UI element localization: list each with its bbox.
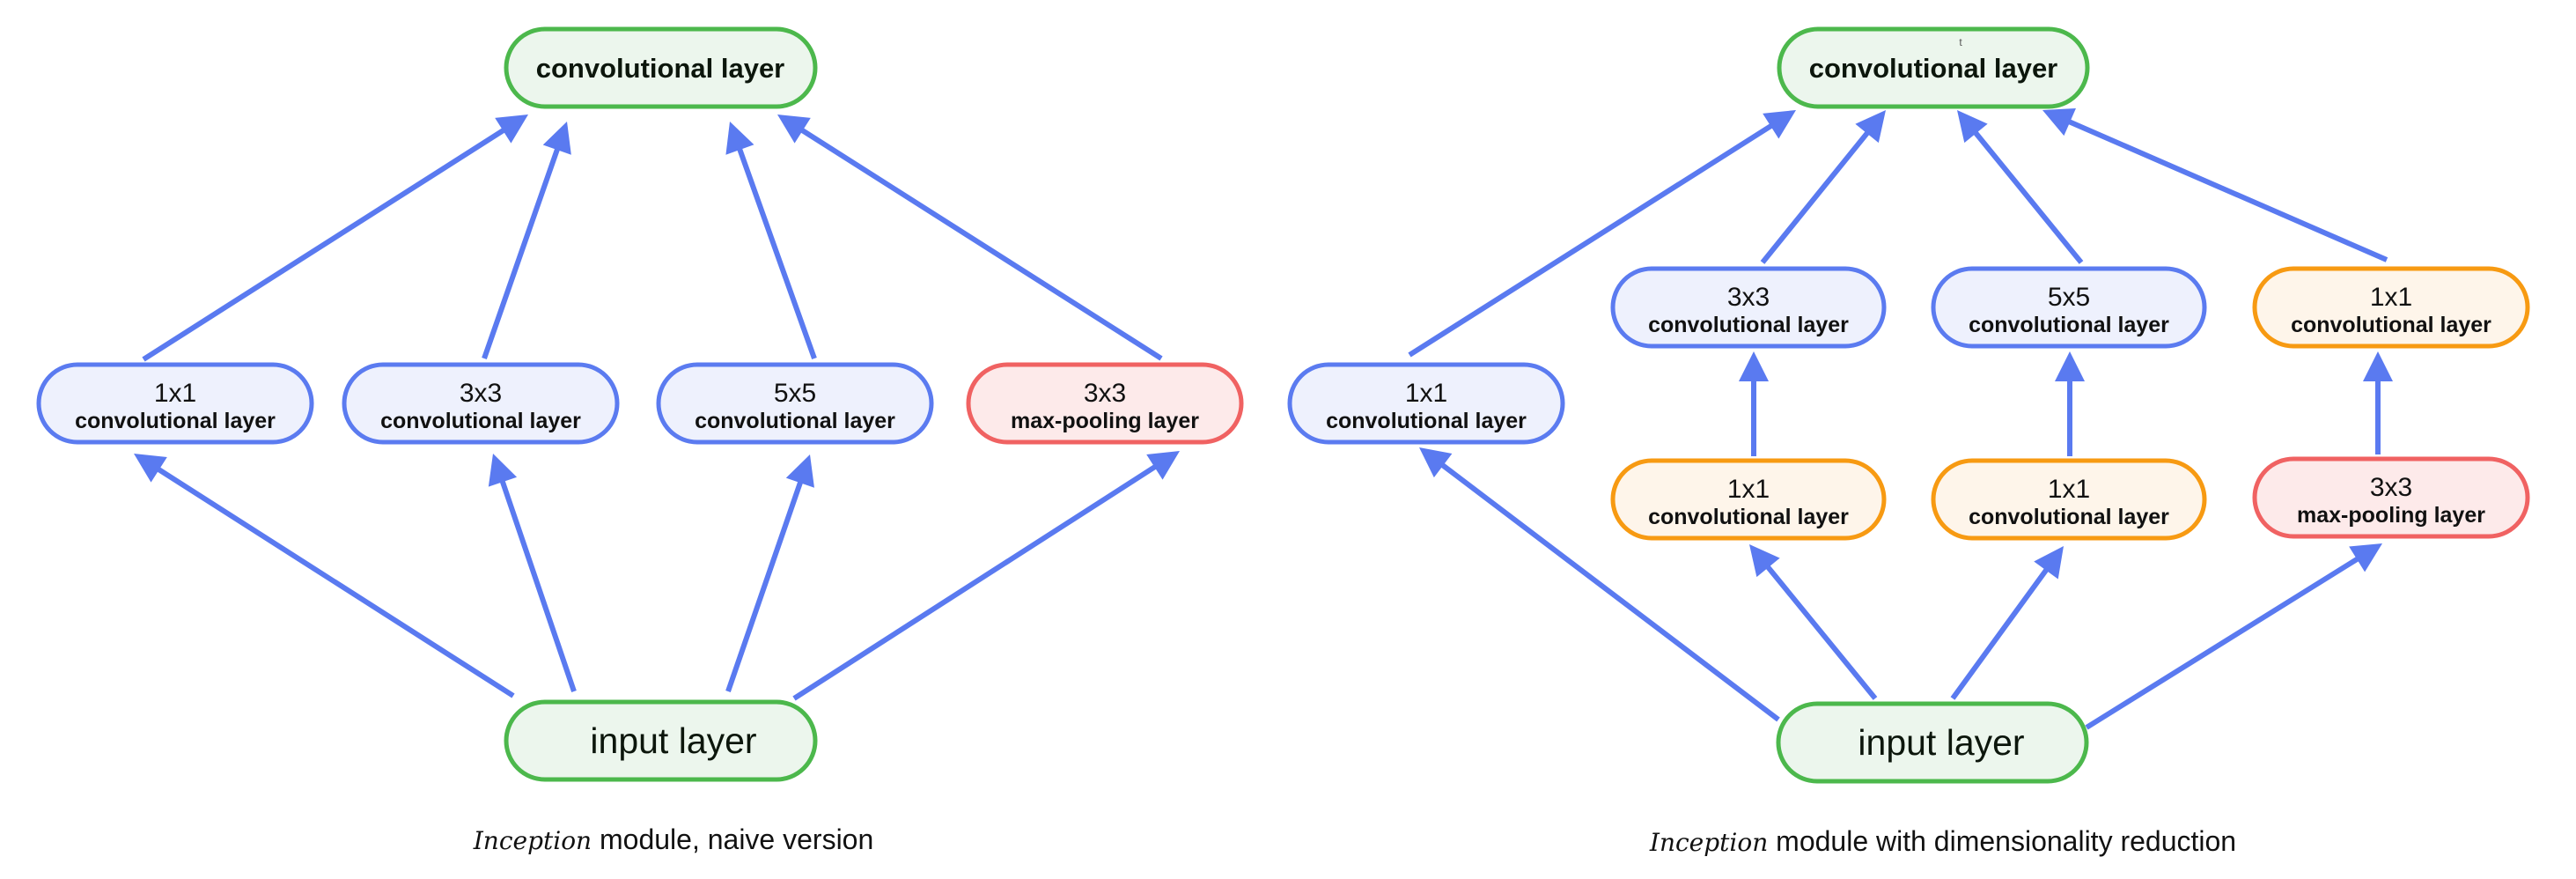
reduced-3x3-reduce-1x1-node: 1x1 convolutional layer [1610, 458, 1887, 541]
node-label: convolutional layer [1969, 505, 2169, 529]
edge-line [1764, 564, 1878, 700]
edge-arrow-naive-input-to-c5 [725, 454, 814, 692]
edge-line [482, 147, 561, 359]
naive-conv-3x3-node: 3x3 convolutional layer [342, 362, 620, 445]
node-size: 5x5 [2048, 283, 2090, 312]
arrowhead-icon [1146, 451, 1180, 480]
node-size: 1x1 [154, 379, 196, 408]
node-label: convolutional layer [1648, 313, 1849, 337]
edge-arrow-reduced-input-to-mp [2085, 543, 2382, 730]
node-size: 3x3 [1084, 379, 1126, 408]
naive-conv-1x1-node: 1x1 convolutional layer [36, 362, 314, 445]
edge-arrow-naive-input-to-c1 [134, 454, 515, 698]
reduced-conv-1x1-node: 1x1 convolutional layer [1287, 362, 1565, 445]
node-label: input layer [1858, 722, 2024, 763]
node-label: convolutional layer [380, 409, 581, 433]
node-size: 5x5 [774, 379, 816, 408]
reduced-output-conv-node: t convolutional layer [1777, 26, 2090, 109]
edge-line [499, 479, 577, 692]
node-size: 1x1 [2048, 475, 2090, 504]
edge-arrow-naive-input-to-c3 [488, 454, 577, 692]
edge-arrow-reduced-r3-to-c3 [1739, 351, 1769, 456]
arrowhead-icon [2363, 351, 2393, 381]
node-size: 1x1 [1405, 379, 1447, 408]
node-size: 3x3 [1727, 283, 1770, 312]
edge-line [2067, 119, 2388, 262]
reduced-diagram: t convolutional layer 1x1 convolutional … [1287, 26, 2530, 857]
edge-arrow-naive-c5-to-top [725, 122, 817, 360]
node-size: 1x1 [1727, 475, 1770, 504]
reduced-5x5-reduce-1x1-node: 1x1 convolutional layer [1931, 458, 2207, 541]
edge-line [156, 466, 515, 698]
reduced-input-node: input layer [1776, 701, 2089, 784]
node-label: max-pooling layer [1011, 409, 1199, 433]
inception-diagrams: convolutional layer 1x1 convolutional la… [36, 26, 2530, 857]
arrowhead-icon [495, 114, 528, 144]
arrowhead-icon [134, 454, 167, 483]
node-label: convolutional layer [1809, 53, 2058, 84]
node-label: convolutional layer [2291, 313, 2491, 337]
node-label: convolutional layer [1648, 505, 1849, 529]
edge-arrow-reduced-input-to-r5 [1950, 546, 2064, 700]
reduced-caption: Inception module with dimensionality red… [1649, 825, 2236, 857]
caption-italic: Inception [1649, 828, 1768, 857]
edge-arrow-reduced-r5-to-c5 [2055, 351, 2085, 456]
naive-caption: Inception module, naive version [473, 824, 874, 855]
arrowhead-icon [785, 454, 814, 488]
edge-arrow-reduced-p1-to-top [2042, 107, 2388, 262]
naive-diagram: convolutional layer 1x1 convolutional la… [36, 26, 1244, 855]
edge-line [799, 127, 1163, 361]
reduced-conv-3x3-node: 3x3 convolutional layer [1610, 266, 1887, 349]
node-size: 1x1 [2370, 283, 2412, 312]
caption-rest: module with dimensionality reduction [1768, 825, 2236, 857]
arrowhead-icon [1419, 447, 1453, 478]
node-label: convolutional layer [1326, 409, 1527, 433]
edge-arrow-naive-c1-to-top [142, 114, 528, 362]
edge-line [792, 463, 1158, 701]
reduced-pool-proj-1x1-node: 1x1 convolutional layer [2252, 266, 2530, 349]
node-size: 3x3 [460, 379, 502, 408]
node-label: convolutional layer [536, 53, 785, 84]
edge-line [2085, 556, 2360, 730]
arrowhead-icon [1739, 351, 1769, 381]
naive-output-conv-node: convolutional layer [504, 26, 818, 109]
node-label: convolutional layer [695, 409, 895, 433]
edge-arrow-naive-mp-to-top [777, 114, 1163, 361]
node-label: convolutional layer [1969, 313, 2169, 337]
reduced-maxpool-3x3-node: 3x3 max-pooling layer [2252, 456, 2530, 539]
edge-arrow-reduced-input-to-r3 [1749, 544, 1878, 700]
node-label: max-pooling layer [2297, 503, 2485, 528]
arrowhead-icon [2349, 543, 2382, 572]
edge-line [142, 127, 506, 362]
edge-line [725, 480, 804, 692]
node-label: convolutional layer [75, 409, 276, 433]
arrowhead-icon [488, 454, 518, 487]
arrowhead-icon [1855, 110, 1886, 144]
edge-line [736, 147, 817, 360]
reduced-conv-5x5-node: 5x5 convolutional layer [1931, 266, 2207, 349]
naive-input-node: input layer [504, 699, 818, 782]
node-size: 3x3 [2370, 473, 2412, 502]
edge-line [1950, 567, 2050, 700]
edge-arrow-naive-input-to-mp [792, 451, 1180, 701]
naive-conv-5x5-node: 5x5 convolutional layer [656, 362, 934, 445]
edge-line [1760, 129, 1871, 264]
arrowhead-icon [777, 114, 811, 144]
edge-arrow-reduced-mp-to-p1 [2363, 351, 2393, 454]
caption-rest: module, naive version [592, 824, 873, 855]
edge-line [1972, 129, 2084, 264]
node-label: input layer [590, 720, 756, 761]
arrowhead-icon [1763, 110, 1796, 139]
arrowhead-icon [2055, 351, 2085, 381]
caption-italic: Inception [473, 826, 592, 855]
naive-maxpool-3x3-node: 3x3 max-pooling layer [966, 362, 1244, 445]
edge-arrow-naive-c3-to-top [482, 122, 571, 359]
arrowhead-icon [2034, 546, 2064, 580]
arrowhead-icon [542, 122, 571, 155]
